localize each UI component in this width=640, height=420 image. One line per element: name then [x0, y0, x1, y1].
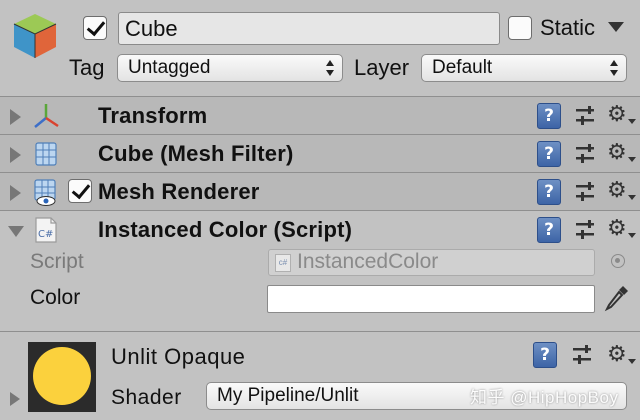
csharp-script-icon: C#: [35, 217, 57, 243]
updown-arrows-icon: [326, 59, 334, 77]
static-label: Static: [540, 15, 596, 40]
component-title: Instanced Color (Script): [98, 217, 353, 242]
gear-dropdown-arrow-icon: [628, 157, 636, 162]
layer-label: Layer: [354, 55, 410, 80]
material-section: Unlit Opaque ? ⚙ Shader My Pipeline/Unli…: [0, 331, 640, 420]
gear-dropdown-arrow-icon: [628, 119, 636, 124]
gear-icon[interactable]: ⚙: [607, 102, 627, 128]
foldout-expanded-icon[interactable]: [8, 226, 24, 237]
shader-label: Shader: [111, 386, 182, 409]
tag-dropdown[interactable]: Untagged: [117, 54, 343, 82]
script-field-label: Script: [30, 250, 84, 273]
transform-icon: [34, 104, 59, 128]
gear-dropdown-arrow-icon: [628, 195, 636, 200]
gear-icon[interactable]: ⚙: [607, 216, 627, 242]
material-name: Unlit Opaque: [111, 344, 246, 369]
preset-sliders-icon[interactable]: [575, 182, 595, 202]
foldout-collapsed-icon[interactable]: [10, 147, 21, 163]
gear-dropdown-arrow-icon: [628, 359, 636, 364]
component-title: Mesh Renderer: [98, 179, 260, 204]
help-book-icon[interactable]: ?: [537, 103, 561, 129]
eyedropper-icon[interactable]: [603, 283, 631, 313]
gear-icon[interactable]: ⚙: [607, 342, 627, 368]
watermark: 知乎 @HipHopBoy: [470, 388, 619, 407]
component-mesh-renderer[interactable]: Mesh Renderer ? ⚙: [0, 172, 640, 210]
help-book-icon[interactable]: ?: [537, 217, 561, 243]
tag-label: Tag: [69, 55, 105, 80]
mesh-renderer-icon: [34, 179, 56, 206]
gear-icon[interactable]: ⚙: [607, 140, 627, 166]
active-checkbox[interactable]: [83, 16, 107, 40]
help-book-icon[interactable]: ?: [533, 342, 557, 368]
script-object-value: InstancedColor: [297, 250, 439, 273]
foldout-collapsed-icon[interactable]: [10, 392, 20, 406]
color-swatch-field[interactable]: [267, 285, 595, 313]
csharp-label: C#: [38, 229, 53, 240]
tag-dropdown-value: Untagged: [128, 57, 211, 78]
csharp-file-icon: c#: [275, 254, 291, 272]
static-dropdown-icon[interactable]: [608, 22, 624, 32]
component-title: Cube (Mesh Filter): [98, 141, 294, 166]
material-preview: [28, 342, 96, 412]
color-field-label: Color: [30, 286, 81, 309]
gear-dropdown-arrow-icon: [628, 233, 636, 238]
foldout-collapsed-icon[interactable]: [10, 109, 21, 125]
object-header: Cube Static Tag Untagged Layer Default: [0, 0, 640, 96]
component-mesh-filter[interactable]: Cube (Mesh Filter) ? ⚙: [0, 134, 640, 172]
mesh-filter-icon: [35, 142, 57, 166]
layer-dropdown[interactable]: Default: [421, 54, 627, 82]
material-preview-sphere: [33, 347, 91, 405]
preset-sliders-icon[interactable]: [575, 220, 595, 240]
mesh-renderer-enabled-checkbox[interactable]: [68, 179, 92, 203]
preset-sliders-icon[interactable]: [575, 144, 595, 164]
object-name-field[interactable]: Cube: [118, 12, 500, 45]
preset-sliders-icon[interactable]: [575, 106, 595, 126]
foldout-collapsed-icon[interactable]: [10, 185, 21, 201]
gameobject-cube-icon: [13, 14, 57, 58]
layer-dropdown-value: Default: [432, 57, 493, 78]
shader-dropdown-value: My Pipeline/Unlit: [217, 385, 359, 406]
script-object-field: c# InstancedColor: [268, 249, 595, 276]
help-book-icon[interactable]: ?: [537, 179, 561, 205]
gear-icon[interactable]: ⚙: [607, 178, 627, 204]
updown-arrows-icon: [610, 59, 618, 77]
object-picker-icon[interactable]: [611, 254, 625, 268]
component-instanced-color[interactable]: C# Instanced Color (Script) ? ⚙: [0, 210, 640, 248]
help-book-icon[interactable]: ?: [537, 141, 561, 167]
component-transform[interactable]: Transform ? ⚙: [0, 96, 640, 134]
preset-sliders-icon[interactable]: [572, 345, 592, 365]
component-title: Transform: [98, 103, 208, 128]
static-checkbox[interactable]: [508, 16, 532, 40]
